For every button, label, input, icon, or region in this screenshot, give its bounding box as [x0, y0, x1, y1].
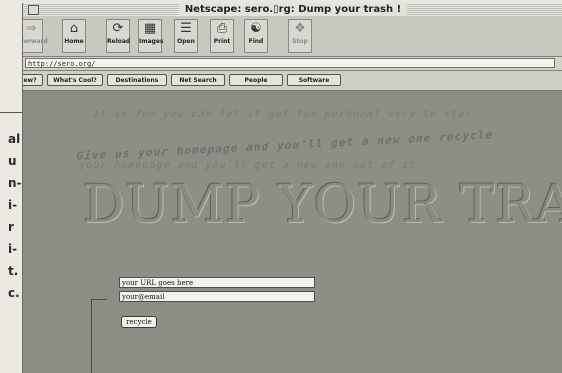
navigation-toolbar: ⇒ Forward ⌂ Home ⟳ Reload ▦ Images ☰ Ope…	[23, 16, 562, 57]
people-button[interactable]: People	[229, 74, 283, 86]
close-box-icon[interactable]	[28, 5, 39, 15]
home-icon: ⌂	[69, 21, 79, 36]
recycle-button[interactable]: recycle	[121, 316, 157, 328]
forward-button[interactable]: ⇒ Forward	[23, 19, 48, 53]
open-icon: ☰	[180, 21, 192, 36]
magazine-text-fragment: al	[8, 132, 21, 146]
page-headline: DUMP YOUR TRASH !	[83, 175, 562, 235]
whats-new-button[interactable]: ew?	[23, 74, 43, 86]
reload-button[interactable]: ⟳ Reload	[106, 19, 130, 53]
background-tagline: your homepage and you'll get a new one o…	[77, 160, 418, 171]
find-button[interactable]: ☯ Find	[244, 19, 268, 53]
page-content: It is fun you can let it get too persona…	[23, 91, 562, 373]
stop-button[interactable]: ❖ Stop	[288, 19, 312, 53]
whats-cool-button[interactable]: What's Cool?	[47, 74, 103, 86]
magazine-text-fragment: i-	[8, 198, 18, 212]
home-button[interactable]: ⌂ Home	[62, 19, 86, 53]
magazine-text-fragment: r	[8, 220, 14, 234]
browser-window: Netscape: sero.▯rg: Dump your trash ! ⇒ …	[22, 3, 562, 373]
url-input[interactable]: your URL goes here	[119, 277, 315, 288]
magazine-text-fragment: t.	[8, 264, 19, 278]
decorative-bracket	[91, 299, 107, 300]
title-bar[interactable]: Netscape: sero.▯rg: Dump your trash !	[23, 3, 562, 16]
open-button[interactable]: ☰ Open	[174, 19, 198, 53]
magazine-text-fragment: u	[8, 154, 17, 168]
directory-buttons-bar: ew? What's Cool? Destinations Net Search…	[23, 71, 562, 91]
location-bar: http://sero.org/	[23, 57, 562, 71]
decorative-bracket	[91, 299, 92, 373]
background-tagline: Give us your homepage and you'll get a n…	[74, 128, 495, 163]
images-button[interactable]: ▦ Images	[138, 19, 163, 53]
stop-icon: ❖	[294, 21, 306, 36]
find-binoculars-icon: ☯	[250, 21, 262, 36]
reload-icon: ⟳	[112, 21, 124, 36]
email-input[interactable]: your@email	[119, 291, 315, 302]
magazine-rule	[0, 112, 22, 113]
magazine-text-fragment: i-	[8, 242, 18, 256]
destinations-button[interactable]: Destinations	[107, 74, 167, 86]
magazine-page-margin: al u n- i- r i- t. c.	[0, 0, 22, 373]
url-field[interactable]: http://sero.org/	[25, 58, 555, 68]
forward-arrow-icon: ⇒	[25, 21, 37, 36]
magazine-text-fragment: n-	[8, 176, 22, 190]
software-button[interactable]: Software	[287, 74, 341, 86]
print-button[interactable]: ⎙ Print	[210, 19, 234, 53]
net-search-button[interactable]: Net Search	[171, 74, 225, 86]
background-tagline: It is fun you can let it get too persona…	[91, 109, 474, 120]
print-icon: ⎙	[216, 21, 228, 36]
magazine-text-fragment: c.	[8, 286, 20, 300]
window-title: Netscape: sero.▯rg: Dump your trash !	[178, 3, 408, 16]
images-icon: ▦	[143, 21, 157, 36]
